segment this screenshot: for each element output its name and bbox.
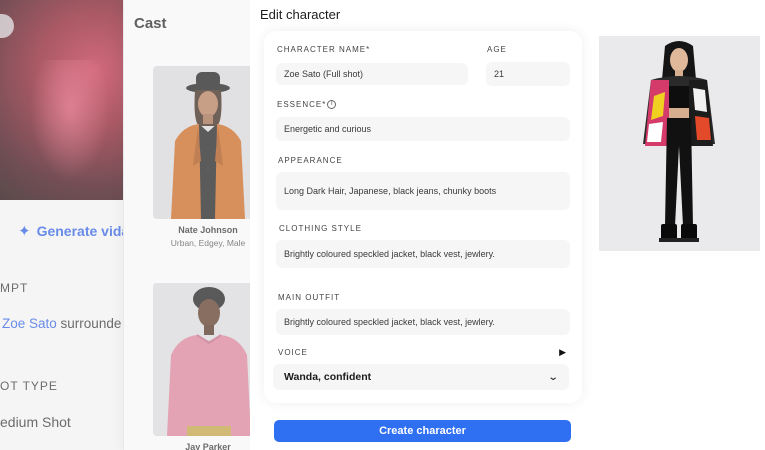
essence-label-text: ESSENCE*	[277, 100, 327, 109]
clothing-style-label: CLOTHING STYLE	[279, 224, 362, 233]
generate-video-label: Generate vida	[36, 223, 130, 239]
cast-card-nate[interactable]: Nate Johnson Urban, Edgey, Male	[153, 66, 263, 248]
prompt-label: MPT	[0, 281, 29, 295]
cast-member-name: Nate Johnson	[178, 225, 238, 235]
main-outfit-input[interactable]: Brightly coloured speckled jacket, black…	[276, 309, 570, 335]
chevron-down-icon: ⌄	[547, 371, 559, 383]
edit-character-dialog: Edit character CHARACTER NAME* Zoe Sato …	[250, 0, 765, 450]
sparkle-icon: ✦	[18, 223, 31, 240]
dialog-title: Edit character	[260, 7, 341, 22]
main-outfit-label: MAIN OUTFIT	[278, 293, 341, 302]
prompt-text[interactable]: Zoe Sato surrounde	[2, 316, 121, 331]
cast-member-tags: Urban, Edgey, Male	[170, 238, 246, 248]
shot-type-value[interactable]: edium Shot	[0, 414, 71, 430]
clothing-style-input[interactable]: Brightly coloured speckled jacket, black…	[276, 240, 570, 268]
cast-member-name: Jay Parker	[185, 442, 231, 450]
character-preview-image	[599, 36, 760, 251]
play-icon[interactable]: ▶	[559, 347, 566, 358]
cast-title: Cast	[134, 15, 167, 32]
voice-label: VOICE	[278, 348, 308, 357]
age-label: AGE	[487, 45, 507, 54]
appearance-input[interactable]: Long Dark Hair, Japanese, black jeans, c…	[276, 172, 570, 210]
cast-panel: Cast Nate Johnson Urban, Edgey, Male Jay…	[123, 0, 263, 450]
essence-input[interactable]: Energetic and curious	[276, 117, 570, 141]
essence-label: ESSENCE* i	[277, 100, 337, 110]
shot-type-label: OT TYPE	[0, 379, 58, 393]
create-character-button[interactable]: Create character	[274, 420, 571, 442]
character-name-label: CHARACTER NAME*	[277, 45, 371, 54]
video-preview-image	[0, 0, 135, 200]
voice-select-value: Wanda, confident	[284, 371, 372, 383]
character-name-input[interactable]: Zoe Sato (Full shot)	[276, 63, 468, 85]
cast-photo	[153, 283, 263, 436]
info-icon[interactable]: i	[327, 100, 337, 110]
prompt-character-mention[interactable]: Zoe Sato	[2, 316, 57, 331]
character-form: CHARACTER NAME* Zoe Sato (Full shot) AGE…	[264, 31, 582, 403]
age-input[interactable]: 21	[486, 62, 570, 86]
cast-photo	[153, 66, 263, 219]
appearance-label: APPEARANCE	[278, 156, 343, 165]
prompt-rest: surrounde	[56, 316, 122, 331]
cast-card-jay[interactable]: Jay Parker	[153, 283, 263, 450]
voice-select[interactable]: Wanda, confident ⌄	[273, 364, 569, 390]
generate-video-button[interactable]: ✦ Generate vida	[18, 222, 129, 240]
